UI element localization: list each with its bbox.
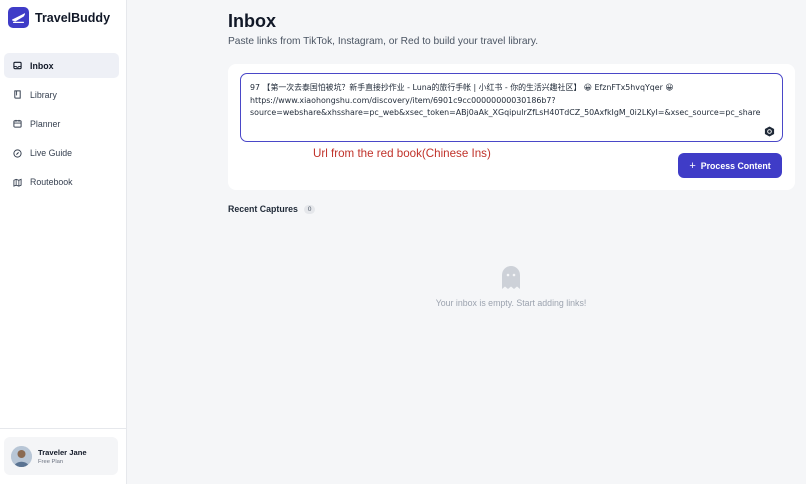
calendar-icon [13, 119, 22, 128]
page-subtitle: Paste links from TikTok, Instagram, or R… [228, 36, 539, 47]
page-title: Inbox [228, 11, 276, 31]
sidebar-item-label: Routebook [30, 177, 73, 188]
sidebar-item-inbox[interactable]: Inbox [4, 53, 119, 78]
sidebar-item-label: Inbox [30, 60, 54, 71]
user-name: Traveler Jane [38, 447, 87, 457]
app-name: TravelBuddy [35, 10, 111, 25]
book-icon [13, 90, 22, 99]
link-input[interactable]: 97 【第一次去泰国怕被坑？新手直接抄作业 - Luna的旅行手帐 | 小红书 … [240, 73, 783, 142]
sidebar-item-routebook[interactable]: Routebook [4, 170, 119, 195]
url-annotation: Url from the red book(Chinese Ins) [313, 147, 491, 160]
brand[interactable]: TravelBuddy [8, 7, 110, 28]
user-profile-card[interactable]: Traveler Jane Free Plan [4, 437, 118, 475]
user-plan: Free Plan [38, 458, 64, 465]
sidebar-item-label: Live Guide [30, 148, 73, 159]
sidebar-item-label: Planner [30, 118, 61, 129]
compass-icon [13, 148, 22, 158]
input-line: https://www.xiaohongshu.com/discovery/it… [250, 95, 556, 105]
sidebar-nav: Inbox Library Planner Live Guide Routebo… [4, 53, 119, 199]
empty-state-text: Your inbox is empty. Start adding links! [435, 298, 587, 308]
capture-card: 97 【第一次去泰国怕被坑？新手直接抄作业 - Luna的旅行手帐 | 小红书 … [228, 64, 795, 190]
input-line: 97 【第一次去泰国怕被坑？新手直接抄作业 - Luna的旅行手帐 | 小红书 … [250, 83, 674, 92]
input-line: source=webshare&xhsshare=pc_web&xsec_tok… [250, 108, 761, 118]
process-content-label: Process Content [700, 160, 771, 171]
ghost-icon [501, 264, 521, 290]
avatar [11, 445, 32, 467]
extension-hexagon-icon[interactable] [764, 126, 775, 137]
sidebar-item-label: Library [30, 89, 57, 100]
plus-icon: + [689, 159, 696, 172]
plane-logo-icon [8, 7, 29, 28]
sidebar-item-planner[interactable]: Planner [4, 111, 119, 136]
sidebar-item-live-guide[interactable]: Live Guide [4, 141, 119, 166]
recent-captures-header: Recent Captures 0 [228, 204, 316, 214]
recent-captures-label: Recent Captures [228, 204, 298, 214]
sidebar-divider [0, 428, 126, 429]
sidebar-item-library[interactable]: Library [4, 82, 119, 107]
map-icon [13, 178, 22, 187]
recent-captures-count: 0 [303, 204, 316, 214]
sidebar: TravelBuddy Inbox Library Planner Live G… [0, 0, 127, 484]
inbox-icon [13, 61, 22, 70]
process-content-button[interactable]: + Process Content [678, 153, 782, 178]
main-content: Inbox Paste links from TikTok, Instagram… [128, 0, 806, 484]
